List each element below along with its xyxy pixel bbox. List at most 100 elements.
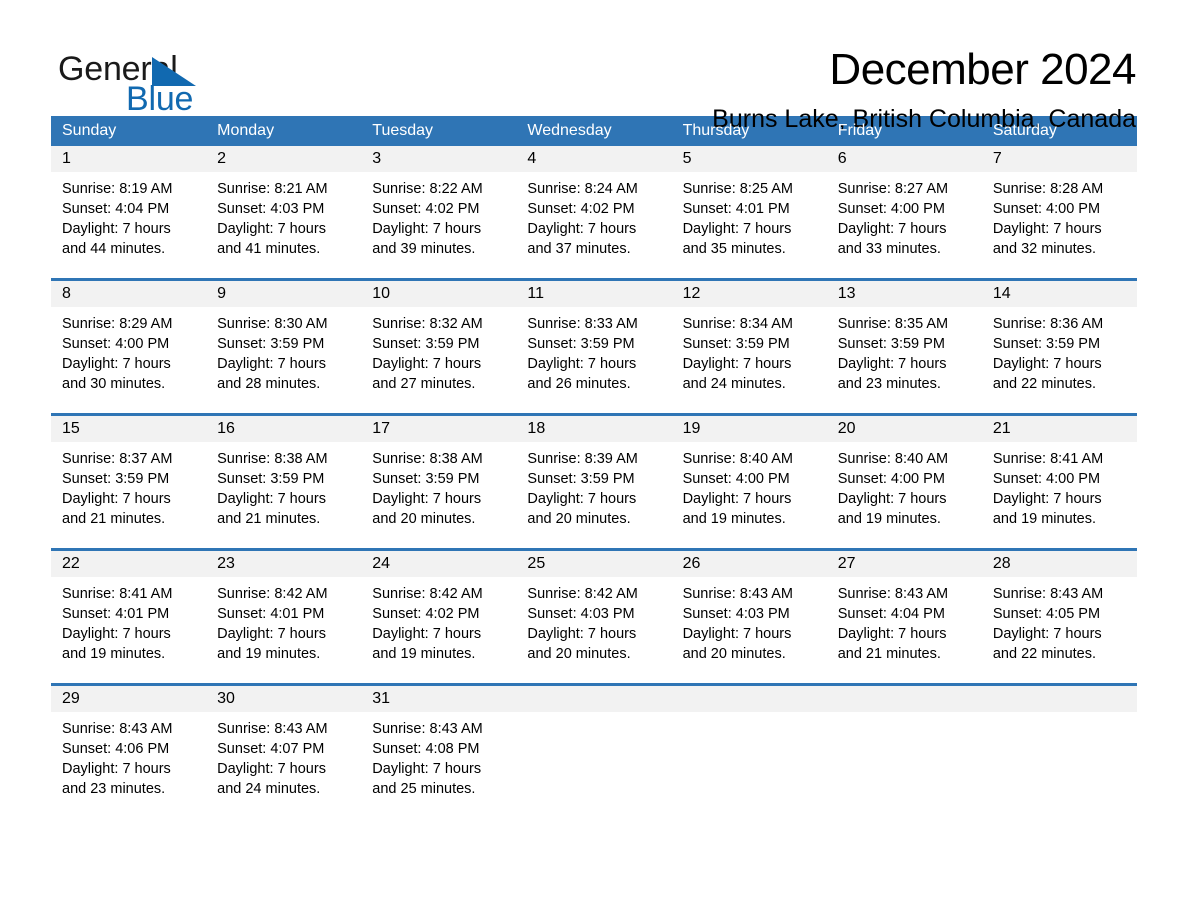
day-number: 12 — [671, 281, 827, 307]
day-sunset-line: Sunset: 4:04 PM — [62, 201, 170, 217]
day-daylight-line: Daylight: 7 hours — [62, 761, 171, 777]
day-number: 26 — [671, 551, 827, 577]
day-daylight-line: Daylight: 7 hours — [992, 491, 1102, 507]
calendar-day-cell[interactable]: 22 Sunrise: 8:41 AM Sunset: 4:01 PM Dayligh… — [51, 551, 207, 683]
calendar-day-cell[interactable]: 23 Sunrise: 8:42 AM Sunset: 4:01 PM Dayligh… — [206, 551, 362, 683]
calendar-day-cell[interactable]: 29 Sunrise: 8:43 AM Sunset: 4:06 PM Dayligh… — [51, 686, 207, 818]
day-daylight-line: Daylight: 7 hours — [372, 491, 482, 507]
day-number: 15 — [51, 416, 207, 442]
day-daylight-line: Daylight: 7 hours — [527, 491, 637, 507]
day-sunrise-line: Sunrise: 8:24 AM — [527, 181, 638, 197]
day-number: 14 — [981, 281, 1137, 307]
calendar-day-cell[interactable]: 31 Sunrise: 8:43 AM Sunset: 4:08 PM Dayligh… — [361, 686, 517, 818]
calendar-day-cell[interactable]: 9 Sunrise: 8:30 AM Sunset: 3:59 PM Daylight… — [206, 281, 362, 413]
day-daylight-line: Daylight: 7 hours — [62, 491, 171, 507]
day-daylight-line: Daylight: 7 hours — [992, 626, 1102, 642]
day-daylight-line: Daylight: 7 hours — [217, 221, 326, 237]
day-number — [516, 686, 672, 712]
day-daylight-line: Daylight: 7 hours — [992, 356, 1102, 372]
calendar-day-cell[interactable]: 4 Sunrise: 8:24 AM Sunset: 4:02 PM Daylight… — [516, 146, 672, 278]
calendar-day-cell[interactable]: 20 Sunrise: 8:40 AM Sunset: 4:00 PM Dayligh… — [826, 416, 982, 548]
calendar-day-cell[interactable]: 30 Sunrise: 8:43 AM Sunset: 4:07 PM Dayligh… — [206, 686, 362, 818]
day-daylight-line: and 20 minutes. — [527, 511, 631, 527]
day-sunrise-line: Sunrise: 8:43 AM — [217, 721, 328, 737]
calendar-day-cell[interactable]: 25 Sunrise: 8:42 AM Sunset: 4:03 PM Dayligh… — [516, 551, 672, 683]
calendar-day-cell[interactable]: 12 Sunrise: 8:34 AM Sunset: 3:59 PM Dayligh… — [671, 281, 827, 413]
calendar-day-cell[interactable]: 5 Sunrise: 8:25 AM Sunset: 4:01 PM Daylight… — [671, 146, 827, 278]
day-sunrise-line: Sunrise: 8:42 AM — [527, 586, 638, 602]
calendar-day-cell[interactable]: 24 Sunrise: 8:42 AM Sunset: 4:02 PM Dayligh… — [361, 551, 517, 683]
day-sunrise-line: Sunrise: 8:40 AM — [682, 451, 793, 467]
day-details: Sunrise: 8:39 AM Sunset: 3:59 PM Daylight:… — [516, 442, 671, 529]
calendar-day-cell[interactable]: 3 Sunrise: 8:22 AM Sunset: 4:02 PM Daylight… — [361, 146, 517, 278]
day-daylight-line: and 33 minutes. — [837, 241, 941, 257]
calendar-day-cell[interactable]: 16 Sunrise: 8:38 AM Sunset: 3:59 PM Dayligh… — [206, 416, 362, 548]
day-daylight-line: and 28 minutes. — [217, 376, 321, 392]
day-sunset-line: Sunset: 4:03 PM — [217, 201, 325, 217]
day-details: Sunrise: 8:36 AM Sunset: 3:59 PM Daylight:… — [982, 307, 1137, 394]
calendar-day-cell[interactable]: 27 Sunrise: 8:43 AM Sunset: 4:04 PM Dayligh… — [826, 551, 982, 683]
day-number: 24 — [361, 551, 517, 577]
day-sunset-line: Sunset: 4:01 PM — [217, 606, 325, 622]
day-number: 28 — [981, 551, 1137, 577]
calendar-day-cell[interactable]: 17 Sunrise: 8:38 AM Sunset: 3:59 PM Dayligh… — [361, 416, 517, 548]
weekday-header-friday: Friday — [837, 122, 883, 139]
calendar-day-cell[interactable]: 6 Sunrise: 8:27 AM Sunset: 4:00 PM Daylight… — [826, 146, 982, 278]
day-sunrise-line: Sunrise: 8:32 AM — [372, 316, 483, 332]
calendar-day-cell[interactable]: 1 Sunrise: 8:19 AM Sunset: 4:04 PM Daylight… — [51, 146, 207, 278]
day-sunset-line: Sunset: 3:59 PM — [372, 336, 480, 352]
day-number: 17 — [361, 416, 517, 442]
calendar-day-cell[interactable]: 2 Sunrise: 8:21 AM Sunset: 4:03 PM Daylight… — [206, 146, 362, 278]
day-daylight-line: and 19 minutes. — [837, 511, 941, 527]
day-daylight-line: Daylight: 7 hours — [837, 221, 947, 237]
calendar-weeks: 1 Sunrise: 8:19 AM Sunset: 4:04 PM Daylight… — [51, 146, 1137, 818]
calendar-day-cell[interactable]: 13 Sunrise: 8:35 AM Sunset: 3:59 PM Dayligh… — [826, 281, 982, 413]
day-details: Sunrise: 8:35 AM Sunset: 3:59 PM Daylight:… — [827, 307, 982, 394]
day-details: Sunrise: 8:42 AM Sunset: 4:03 PM Daylight:… — [516, 577, 671, 664]
day-daylight-line: and 23 minutes. — [62, 781, 166, 797]
calendar-day-cell[interactable]: 8 Sunrise: 8:29 AM Sunset: 4:00 PM Daylight… — [51, 281, 207, 413]
day-details: Sunrise: 8:32 AM Sunset: 3:59 PM Daylight:… — [361, 307, 516, 394]
calendar-day-cell[interactable]: 26 Sunrise: 8:43 AM Sunset: 4:03 PM Dayligh… — [671, 551, 827, 683]
day-sunrise-line: Sunrise: 8:28 AM — [992, 181, 1104, 197]
day-sunrise-line: Sunrise: 8:37 AM — [62, 451, 173, 467]
day-daylight-line: and 35 minutes. — [682, 241, 786, 257]
page-header: General Blue December 2024 Burns Lake, B… — [0, 0, 1188, 132]
day-number: 1 — [51, 146, 207, 172]
day-sunset-line: Sunset: 4:03 PM — [527, 606, 635, 622]
day-details: Sunrise: 8:33 AM Sunset: 3:59 PM Daylight:… — [516, 307, 671, 394]
day-number: 19 — [671, 416, 827, 442]
day-daylight-line: and 20 minutes. — [682, 646, 786, 662]
calendar-day-cell[interactable]: 7 Sunrise: 8:28 AM Sunset: 4:00 PM Daylight… — [981, 146, 1137, 278]
calendar-day-cell[interactable]: 11 Sunrise: 8:33 AM Sunset: 3:59 PM Dayligh… — [516, 281, 672, 413]
calendar-day-cell[interactable]: 18 Sunrise: 8:39 AM Sunset: 3:59 PM Dayligh… — [516, 416, 672, 548]
day-sunset-line: Sunset: 4:00 PM — [992, 471, 1101, 487]
day-daylight-line: Daylight: 7 hours — [992, 221, 1102, 237]
day-sunset-line: Sunset: 3:59 PM — [527, 336, 635, 352]
day-details: Sunrise: 8:42 AM Sunset: 4:02 PM Daylight:… — [361, 577, 516, 664]
day-number: 18 — [516, 416, 672, 442]
day-sunset-line: Sunset: 3:59 PM — [217, 336, 325, 352]
calendar-day-cell[interactable]: 10 Sunrise: 8:32 AM Sunset: 3:59 PM Dayligh… — [361, 281, 517, 413]
day-sunset-line: Sunset: 3:59 PM — [837, 336, 945, 352]
calendar-day-cell[interactable]: 19 Sunrise: 8:40 AM Sunset: 4:00 PM Dayligh… — [671, 416, 827, 548]
day-details — [672, 712, 827, 719]
day-sunset-line: Sunset: 4:01 PM — [682, 201, 790, 217]
day-sunrise-line: Sunrise: 8:35 AM — [837, 316, 949, 332]
day-sunset-line: Sunset: 4:00 PM — [62, 336, 170, 352]
day-sunset-line: Sunset: 4:05 PM — [992, 606, 1101, 622]
calendar-day-cell[interactable]: 14 Sunrise: 8:36 AM Sunset: 3:59 PM Dayligh… — [981, 281, 1137, 413]
calendar-day-cell[interactable]: 28 Sunrise: 8:43 AM Sunset: 4:05 PM Dayligh… — [981, 551, 1137, 683]
day-number — [826, 686, 982, 712]
day-sunset-line: Sunset: 4:00 PM — [837, 471, 945, 487]
day-details — [827, 712, 982, 719]
day-daylight-line: and 27 minutes. — [372, 376, 476, 392]
calendar-day-cell[interactable]: 15 Sunrise: 8:37 AM Sunset: 3:59 PM Dayligh… — [51, 416, 207, 548]
day-daylight-line: and 39 minutes. — [372, 241, 476, 257]
day-daylight-line: and 21 minutes. — [837, 646, 941, 662]
day-details: Sunrise: 8:34 AM Sunset: 3:59 PM Daylight:… — [672, 307, 827, 394]
day-sunrise-line: Sunrise: 8:36 AM — [992, 316, 1104, 332]
day-sunrise-line: Sunrise: 8:34 AM — [682, 316, 793, 332]
day-sunset-line: Sunset: 4:03 PM — [682, 606, 790, 622]
calendar-day-cell[interactable]: 21 Sunrise: 8:41 AM Sunset: 4:00 PM Dayligh… — [981, 416, 1137, 548]
